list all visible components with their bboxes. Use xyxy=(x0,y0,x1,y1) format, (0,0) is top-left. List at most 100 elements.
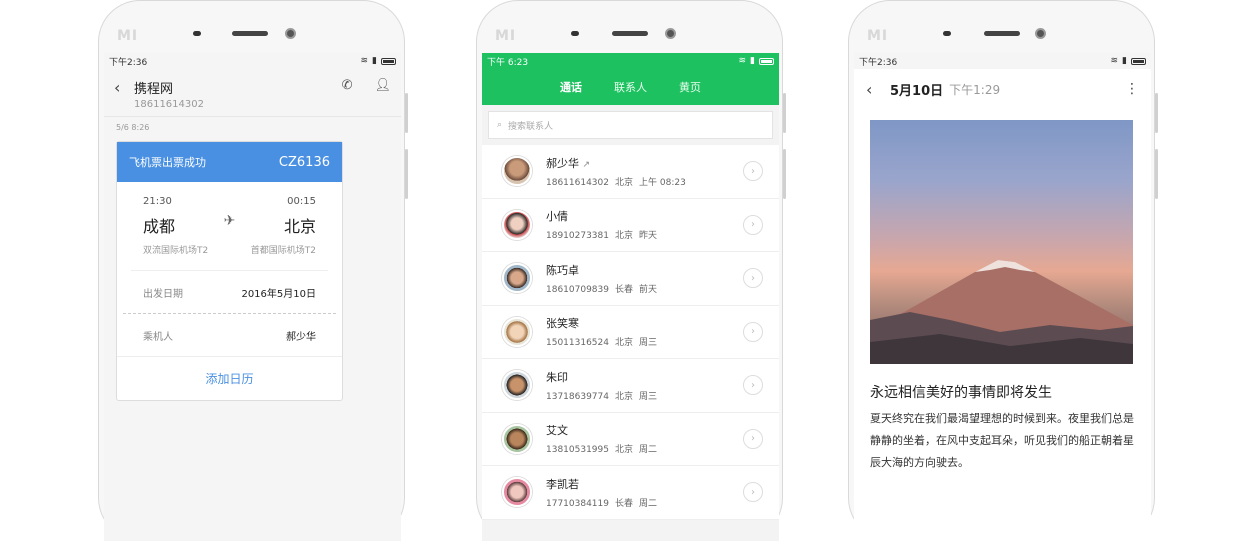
phone-notes: MI 下午2:36 ≋ ▮ ‹ 5月10日 下午1:29 ⋮ 永远相信美好的事情即… xyxy=(848,0,1158,541)
chevron-right-icon[interactable]: › xyxy=(743,268,763,289)
chevron-right-icon[interactable]: › xyxy=(743,161,763,182)
call-log-list: 郝少华 ↗ 18611614302 北京 上午 08:23 › 小倩 1891027… xyxy=(482,145,779,520)
screen: 下午2:36 ≋ ▮ ‹ 5月10日 下午1:29 ⋮ 永远相信美好的事情即将发生… xyxy=(854,53,1151,541)
outgoing-call-icon: ↗ xyxy=(582,159,591,170)
side-button xyxy=(1155,93,1158,133)
list-item[interactable]: 陈巧卓 18610709839 长春 前天 › xyxy=(482,252,779,306)
contact-name: 携程网 xyxy=(134,82,174,97)
contact-number: 18611614302 xyxy=(134,99,204,110)
phone-messages: MI 下午2:36 ≋ ▮ ‹ 携程网 18611614302 ✆ 👤︎ 5/6 … xyxy=(98,0,408,541)
contact-name: 小倩 xyxy=(546,210,568,224)
date-value: 2016年5月10日 xyxy=(241,288,316,300)
battery-icon xyxy=(1131,57,1146,65)
dialer-tabs: 通话 联系人 黄页 xyxy=(482,69,779,105)
chevron-right-icon[interactable]: › xyxy=(743,214,763,235)
note-body: 永远相信美好的事情即将发生 夏天终究在我们最渴望理想的时候到来。夜里我们总是静静… xyxy=(854,109,1151,541)
brand-logo: MI xyxy=(867,28,889,44)
contact-city: 北京 xyxy=(615,177,634,188)
conversation-header: ‹ 携程网 18611614302 ✆ 👤︎ xyxy=(104,69,401,117)
avatar xyxy=(502,423,532,454)
date-label: 出发日期 xyxy=(143,288,183,300)
list-item[interactable]: 郝少华 ↗ 18611614302 北京 上午 08:23 › xyxy=(482,145,779,199)
tab-contacts[interactable]: 联系人 xyxy=(614,79,647,95)
battery-icon xyxy=(381,57,396,65)
chevron-right-icon[interactable]: › xyxy=(743,482,763,503)
more-options-icon[interactable]: ⋮ xyxy=(1125,81,1139,97)
ticket-status: 飞机票出票成功 xyxy=(129,156,206,169)
battery-icon xyxy=(759,57,774,65)
speaker xyxy=(232,31,268,36)
avatar xyxy=(502,316,532,347)
list-item[interactable]: 艾文 13810531995 北京 周二 › xyxy=(482,413,779,466)
tab-calls[interactable]: 通话 xyxy=(560,79,582,95)
contact-city: 长春 xyxy=(615,284,634,295)
call-time: 前天 xyxy=(639,284,658,295)
contact-name: 张笑寒 xyxy=(546,317,579,331)
chevron-right-icon[interactable]: › xyxy=(743,428,763,449)
flight-ticket-card[interactable]: 飞机票出票成功 CZ6136 21:30 00:15 成都 ✈ 北京 双流国际机… xyxy=(116,141,343,401)
front-camera xyxy=(1035,28,1046,39)
contact-search-input[interactable]: ⌕ 搜索联系人 xyxy=(488,111,773,139)
contact-city: 长春 xyxy=(615,498,634,509)
sensor xyxy=(193,31,201,36)
avatar xyxy=(502,263,532,294)
call-time: 周二 xyxy=(639,445,658,456)
contact-name: 艾文 xyxy=(546,424,568,438)
avatar xyxy=(502,209,532,240)
arrive-airport: 首都国际机场T2 xyxy=(250,246,316,256)
list-item[interactable]: 李凯若 17710384119 长春 周二 › xyxy=(482,466,779,520)
date-row: 出发日期 2016年5月10日 xyxy=(117,271,342,313)
passenger-label: 乘机人 xyxy=(143,331,173,343)
side-button xyxy=(783,149,786,199)
depart-airport: 双流国际机场T2 xyxy=(143,246,209,256)
status-bar: 下午2:36 ≋ ▮ xyxy=(854,53,1151,69)
phone-call-icon[interactable]: ✆ xyxy=(342,78,353,93)
front-camera xyxy=(665,28,676,39)
screen: 下午2:36 ≋ ▮ ‹ 携程网 18611614302 ✆ 👤︎ 5/6 8:2… xyxy=(104,53,401,541)
flight-number: CZ6136 xyxy=(278,154,330,170)
contact-number: 13810531995 xyxy=(546,445,609,456)
note-title: 永远相信美好的事情即将发生 xyxy=(870,385,1052,401)
contact-name: 陈巧卓 xyxy=(546,263,579,277)
chevron-right-icon[interactable]: › xyxy=(743,375,763,396)
back-arrow-icon[interactable]: ‹ xyxy=(114,78,134,97)
add-calendar-button[interactable]: 添加日历 xyxy=(117,356,342,400)
avatar xyxy=(502,370,532,401)
list-item[interactable]: 张笑寒 15011316524 北京 周三 › xyxy=(482,306,779,359)
contact-number: 15011316524 xyxy=(546,338,609,349)
status-time: 下午 6:23 xyxy=(487,57,529,68)
airplane-icon: ✈ xyxy=(223,213,236,229)
side-button xyxy=(1155,149,1158,199)
search-icon: ⌕ xyxy=(497,120,503,130)
note-time: 下午1:29 xyxy=(949,82,1001,97)
contact-profile-icon[interactable]: 👤︎ xyxy=(374,78,391,93)
call-time: 昨天 xyxy=(639,231,658,242)
contact-city: 北京 xyxy=(615,445,634,456)
call-time: 上午 08:23 xyxy=(639,177,686,188)
side-button xyxy=(405,93,408,133)
contact-name: 李凯若 xyxy=(546,477,579,491)
message-timestamp: 5/6 8:26 xyxy=(116,123,150,132)
call-time: 周二 xyxy=(639,498,658,509)
sensor xyxy=(571,31,579,36)
note-text: 夏天终究在我们最渴望理想的时候到来。夜里我们总是静静的坐着，在风中支起耳朵，听见… xyxy=(870,412,1134,469)
contact-name: 朱印 xyxy=(546,370,568,384)
side-button xyxy=(783,93,786,133)
list-item[interactable]: 小倩 18910273381 北京 昨天 › xyxy=(482,199,779,252)
speaker xyxy=(984,31,1020,36)
wifi-icon: ≋ xyxy=(1110,56,1119,66)
note-date: 5月10日 xyxy=(890,83,944,99)
contact-name: 郝少华 xyxy=(546,156,579,170)
back-arrow-icon[interactable]: ‹ xyxy=(866,80,890,99)
contact-city: 北京 xyxy=(615,231,634,242)
list-item[interactable]: 朱印 13718639774 北京 周三 › xyxy=(482,359,779,413)
side-button xyxy=(405,149,408,199)
status-bar: 下午2:36 ≋ ▮ xyxy=(104,53,401,69)
chevron-right-icon[interactable]: › xyxy=(743,321,763,342)
tab-yellow-pages[interactable]: 黄页 xyxy=(679,79,701,95)
call-time: 周三 xyxy=(639,338,658,349)
contact-number: 13718639774 xyxy=(546,391,609,402)
mountain-photo xyxy=(870,120,1133,364)
contact-number: 18610709839 xyxy=(546,284,609,295)
status-time: 下午2:36 xyxy=(109,57,148,68)
